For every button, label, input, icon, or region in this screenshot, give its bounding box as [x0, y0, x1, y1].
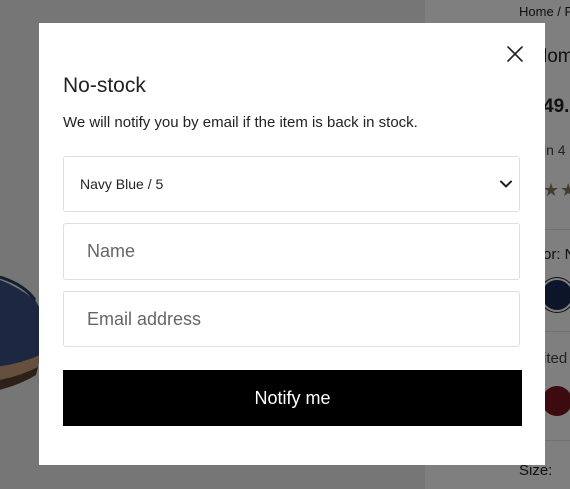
chevron-down-icon	[500, 180, 512, 188]
modal-title: No-stock	[63, 74, 146, 97]
close-button[interactable]	[503, 42, 527, 66]
email-field-container	[63, 291, 520, 347]
no-stock-modal: No-stock We will notify you by email if …	[39, 23, 545, 465]
product-page: Home / P lom 49. in 4 ★★ or: N ited Size…	[0, 0, 570, 489]
close-icon	[507, 46, 523, 62]
name-field-container	[63, 223, 520, 280]
notify-me-button[interactable]: Notify me	[63, 370, 522, 426]
email-input[interactable]	[64, 292, 519, 346]
variant-select-value: Navy Blue / 5	[80, 176, 164, 192]
variant-select[interactable]: Navy Blue / 5	[63, 156, 520, 212]
modal-description: We will notify you by email if the item …	[63, 114, 418, 131]
name-input[interactable]	[64, 224, 519, 279]
